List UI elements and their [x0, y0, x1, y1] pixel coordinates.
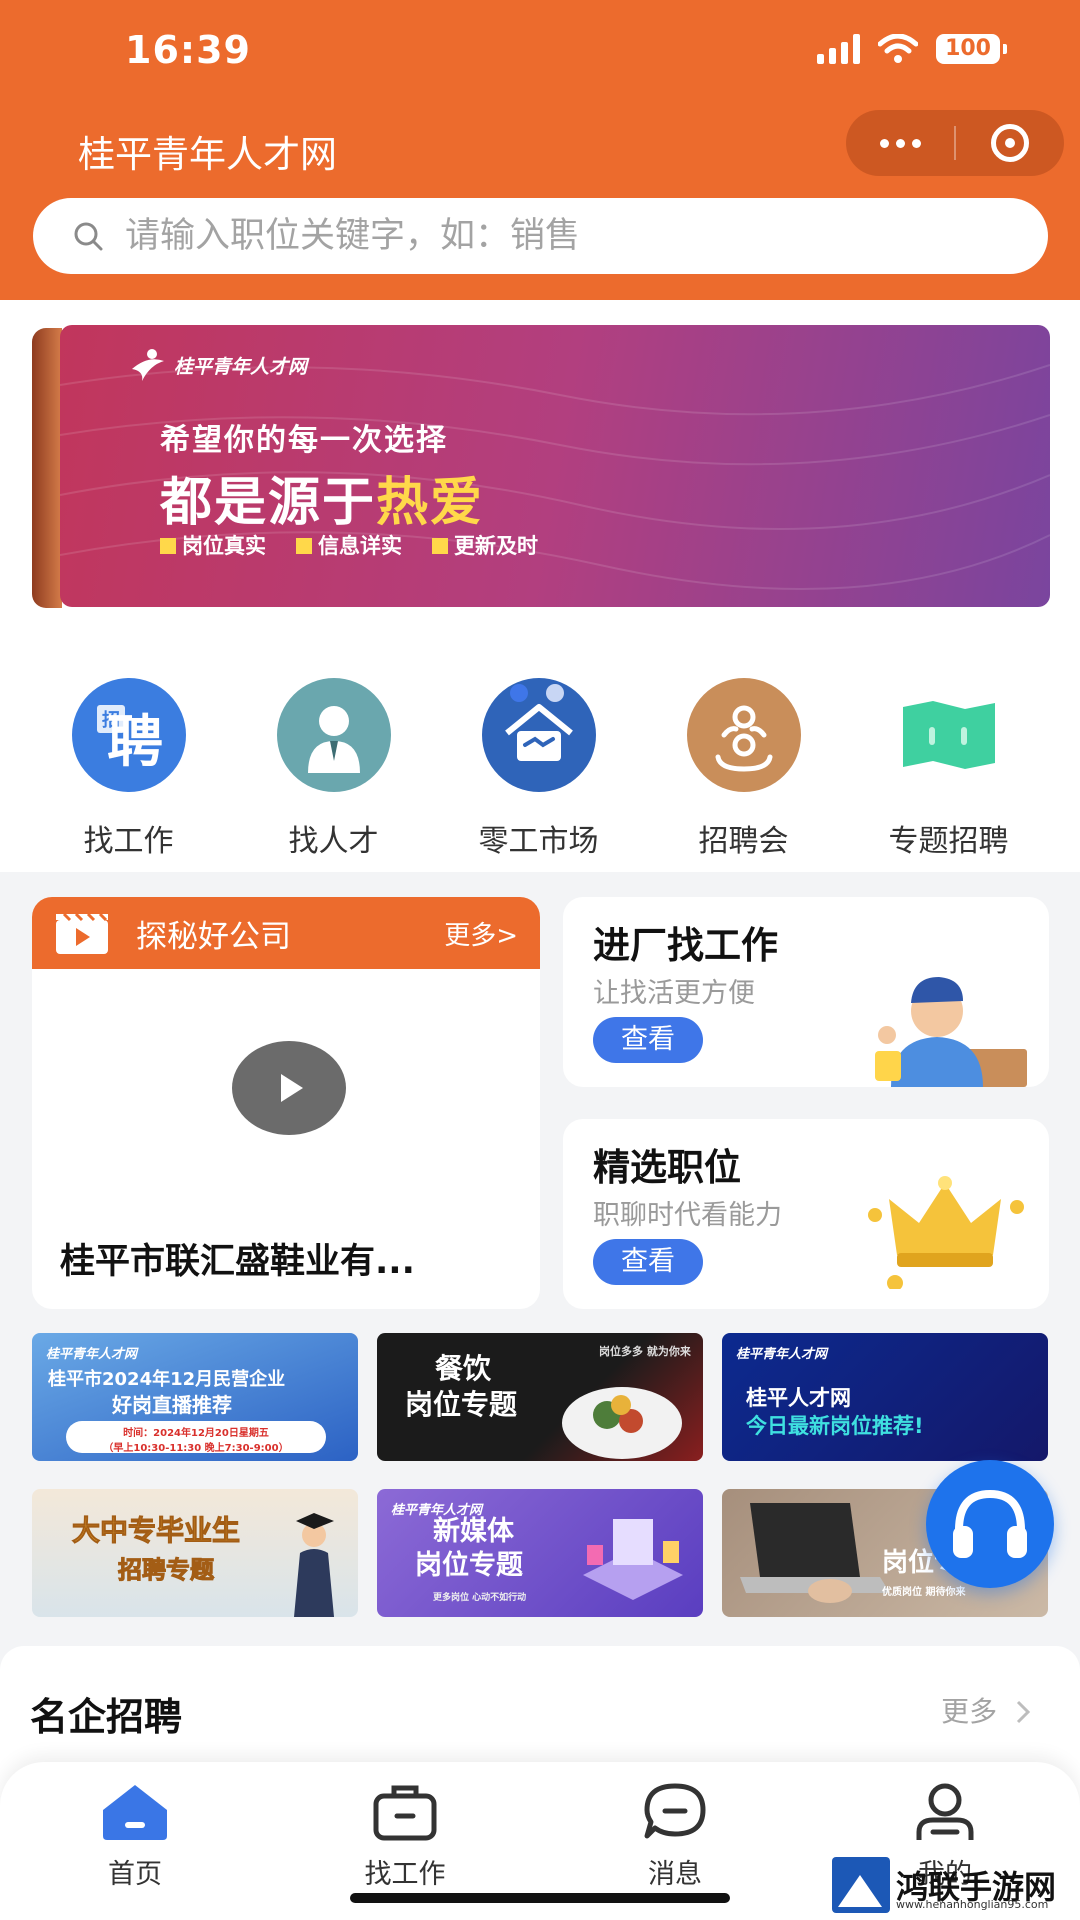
view-button[interactable]: 查看 [593, 1017, 703, 1063]
category-label: 零工市场 [478, 824, 599, 859]
tab-label: 找工作 [364, 1859, 446, 1890]
worker-illustration-icon [875, 977, 1027, 1087]
map-icon [892, 678, 1006, 792]
explore-companies-card[interactable]: 探秘好公司 更多> 桂平市联汇盛鞋业有... [32, 897, 540, 1309]
category-label: 找工作 [83, 824, 174, 859]
carousel-indicator [510, 684, 564, 702]
graduate-figure-icon [294, 1513, 334, 1617]
category-label: 专题招聘 [888, 824, 1009, 859]
close-target-icon[interactable] [956, 110, 1064, 176]
banner-tags: 岗位真实 信息详实 更新及时 [160, 530, 538, 560]
search-bar[interactable] [33, 198, 1048, 274]
category-gig-market[interactable]: 零工市场 [436, 678, 641, 860]
selected-positions-card[interactable]: 精选职位 职聊时代看能力 查看 [563, 1119, 1049, 1309]
headset-icon [953, 1489, 1027, 1558]
watermark-logo-icon [832, 1857, 890, 1913]
message-icon [644, 1783, 706, 1839]
video-clapper-icon [56, 912, 108, 954]
mini-program-capsule [846, 110, 1064, 176]
play-icon [281, 1074, 303, 1102]
topic-catering[interactable]: 餐饮 岗位专题 岗位多多 就为你来 [377, 1333, 703, 1461]
topic-logo: 桂平青年人才网 [46, 1347, 138, 1362]
customer-service-button[interactable] [926, 1460, 1054, 1588]
group-meeting-icon [686, 678, 801, 792]
factory-jobs-card[interactable]: 进厂找工作 让找活更方便 查看 [563, 897, 1049, 1087]
chevron-right-icon [1016, 1700, 1031, 1724]
home-icon [103, 1785, 167, 1840]
hero-banner[interactable]: 桂平青年人才网 希望你的每一次选择 都是源于热爱 岗位真实 信息详实 更新及时 [60, 325, 1050, 607]
user-icon [916, 1783, 974, 1840]
food-plate-icon [562, 1387, 682, 1459]
promo-title: 精选职位 [593, 1146, 741, 1189]
banner-tag: 岗位真实 [160, 530, 266, 560]
topic-daily-jobs[interactable]: 桂平青年人才网 桂平人才网 今日最新岗位推荐! [722, 1333, 1048, 1461]
topic-logo: 桂平青年人才网 [736, 1347, 828, 1362]
explore-more-link[interactable]: 更多> [444, 915, 518, 952]
banner-tag: 信息详实 [296, 530, 402, 560]
category-find-talent[interactable]: 找人才 [231, 678, 436, 860]
tab-label: 首页 [108, 1859, 162, 1890]
famous-more-link[interactable]: 更多 [941, 1690, 1032, 1730]
svg-text:聘: 聘 [107, 710, 163, 775]
more-options-icon[interactable] [846, 110, 954, 176]
topic-live-recommend[interactable]: 桂平青年人才网 桂平市2024年12月民营企业 好岗直播推荐 时间：2024年1… [32, 1333, 358, 1461]
app-header: 16:39 100 桂平青年人才网 [0, 0, 1080, 300]
status-icons: 100 [817, 34, 1007, 64]
site-watermark: 鸿联手游网 www.henanhonglian95.com [832, 1854, 1076, 1916]
banner-prev-slide[interactable] [32, 328, 62, 608]
category-find-job[interactable]: 招 聘 找工作 [26, 678, 231, 860]
promo-title: 进厂找工作 [593, 924, 778, 967]
cellular-signal-icon [817, 34, 861, 64]
watermark-url: www.henanhonglian95.com [896, 1898, 1049, 1911]
explore-header: 探秘好公司 更多> [32, 897, 540, 969]
battery-indicator: 100 [936, 34, 1007, 64]
banner-headline: 都是源于热爱 [160, 473, 485, 533]
wifi-icon [878, 34, 919, 63]
category-job-fair[interactable]: 招聘会 [641, 678, 846, 860]
laptop-icon [740, 1503, 890, 1603]
search-icon [74, 222, 103, 251]
section-title: 名企招聘 [30, 1695, 183, 1739]
explore-title: 探秘好公司 [136, 918, 291, 955]
briefcase-icon [373, 1785, 437, 1841]
search-input[interactable] [125, 216, 1005, 256]
pin-recruit-icon: 招 聘 [71, 678, 186, 792]
banner-area: 桂平青年人才网 希望你的每一次选择 都是源于热爱 岗位真实 信息详实 更新及时 … [0, 300, 1080, 872]
category-label: 找人才 [288, 824, 379, 859]
promo-subtitle: 让找活更方便 [593, 978, 755, 1009]
isometric-media-icon [583, 1519, 683, 1600]
tab-home[interactable]: 首页 [0, 1762, 270, 1920]
banner-logo: 桂平青年人才网 [130, 347, 307, 383]
view-button[interactable]: 查看 [593, 1239, 703, 1285]
home-indicator [350, 1893, 730, 1903]
topic-new-media[interactable]: 桂平青年人才网 新媒体 岗位专题 更多岗位 心动不如行动 [377, 1489, 703, 1617]
app-title: 桂平青年人才网 [78, 133, 337, 176]
play-video-button[interactable] [232, 1041, 346, 1135]
status-time: 16:39 [125, 28, 251, 72]
site-logo-icon [132, 349, 164, 381]
category-nav: 招 聘 找工作 找人才 零工市场 招聘会 专题招聘 [0, 678, 1080, 860]
topic-graduates[interactable]: 大中专毕业生 招聘专题 [32, 1489, 358, 1617]
company-name: 桂平市联汇盛鞋业有... [60, 1242, 415, 1282]
crown-illustration-icon [868, 1176, 1024, 1289]
category-topic-recruit[interactable]: 专题招聘 [846, 678, 1051, 860]
category-label: 招聘会 [698, 824, 789, 859]
promo-subtitle: 职聊时代看能力 [593, 1200, 782, 1231]
banner-tag: 更新及时 [432, 530, 538, 560]
person-suit-icon [276, 678, 391, 792]
banner-tagline: 希望你的每一次选择 [160, 423, 448, 458]
tab-label: 消息 [648, 1859, 702, 1890]
